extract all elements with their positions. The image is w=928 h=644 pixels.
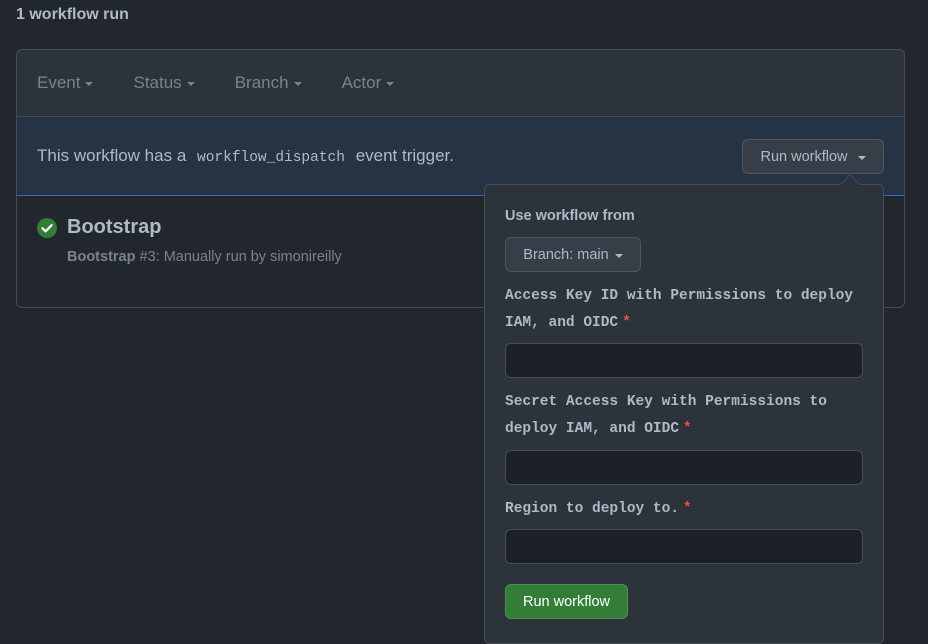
run-workflow-dropdown-button[interactable]: Run workflow bbox=[742, 139, 884, 174]
run-title[interactable]: Bootstrap bbox=[67, 216, 161, 239]
run-workflow-popover: Use workflow from Branch: main Access Ke… bbox=[484, 174, 884, 644]
filter-branch[interactable]: Branch bbox=[235, 73, 302, 93]
run-workflow-submit-button[interactable]: Run workflow bbox=[505, 584, 628, 619]
secret-access-key-input[interactable] bbox=[505, 450, 863, 485]
caret-down-icon bbox=[857, 155, 866, 160]
filter-actor[interactable]: Actor bbox=[342, 73, 395, 93]
workflow-runs-count: 1 workflow run bbox=[16, 6, 129, 23]
run-meta: Bootstrap #3: Manually run by simonireil… bbox=[67, 249, 342, 265]
filter-branch-label: Branch bbox=[234, 73, 289, 92]
filter-status-label: Status bbox=[133, 73, 182, 92]
access-key-id-input[interactable] bbox=[505, 343, 863, 378]
filter-actor-label: Actor bbox=[341, 73, 382, 92]
use-workflow-from-label: Use workflow from bbox=[505, 208, 635, 224]
dispatch-text-after: event trigger. bbox=[355, 146, 454, 165]
branch-select-button[interactable]: Branch: main bbox=[505, 237, 641, 272]
required-marker: * bbox=[683, 421, 692, 437]
caret-down-icon bbox=[614, 253, 623, 258]
run-workflow-name: Bootstrap bbox=[67, 249, 136, 265]
caret-down-icon bbox=[386, 82, 395, 86]
dispatch-event-name: workflow_dispatch bbox=[197, 150, 345, 166]
dispatch-message: This workflow has a workflow_dispatch ev… bbox=[37, 146, 454, 166]
caret-down-icon bbox=[293, 82, 302, 86]
dispatch-text-before: This workflow has a bbox=[37, 146, 187, 165]
secret-access-key-label: Secret Access Key with Permissions to de… bbox=[505, 389, 865, 443]
run-meta-text: #3: Manually run by simonireilly bbox=[139, 249, 342, 265]
region-label: Region to deploy to. * bbox=[505, 496, 865, 523]
secret-access-key-label-text: Secret Access Key with Permissions to de… bbox=[505, 394, 827, 437]
caret-down-icon bbox=[85, 82, 94, 86]
filter-event[interactable]: Event bbox=[37, 73, 94, 93]
required-marker: * bbox=[683, 501, 692, 517]
branch-select-label: Branch: main bbox=[523, 246, 609, 263]
filter-bar: Event Status Branch Actor bbox=[17, 50, 904, 117]
caret-down-icon bbox=[186, 82, 195, 86]
access-key-id-label-text: Access Key ID with Permissions to deploy… bbox=[505, 288, 854, 331]
access-key-id-label: Access Key ID with Permissions to deploy… bbox=[505, 283, 865, 337]
filter-status[interactable]: Status bbox=[133, 73, 195, 93]
region-input[interactable] bbox=[505, 529, 863, 564]
check-circle-icon bbox=[37, 218, 57, 238]
filter-event-label: Event bbox=[37, 73, 81, 92]
region-label-text: Region to deploy to. bbox=[505, 501, 680, 517]
required-marker: * bbox=[622, 315, 631, 331]
run-workflow-dropdown-label: Run workflow bbox=[760, 148, 848, 165]
